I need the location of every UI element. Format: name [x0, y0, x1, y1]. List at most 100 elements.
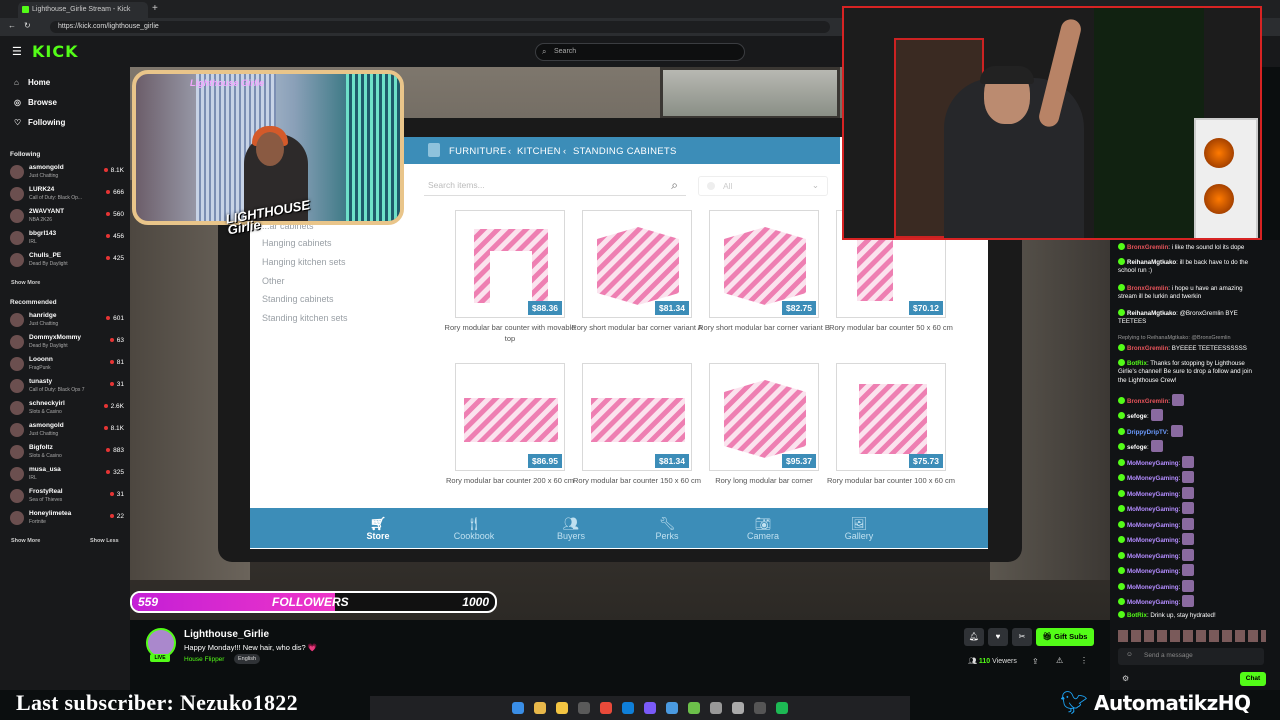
nav-home[interactable]: ⌂ Home: [14, 78, 50, 87]
chat-username[interactable]: BotRix: [1127, 360, 1147, 367]
back-icon[interactable]: ←: [8, 21, 16, 30]
share-icon[interactable]: ⇪: [1032, 657, 1039, 666]
crumb-standing-cabinets[interactable]: STANDING CABINETS: [573, 146, 677, 157]
channel-item[interactable]: bbgrl143 IRL 456: [10, 229, 124, 249]
channel-item[interactable]: Looonn FragPunk 81: [10, 355, 124, 375]
streamer-name[interactable]: Lighthouse_Girlie: [184, 629, 269, 640]
chat-username[interactable]: MoMoneyGaming: [1127, 568, 1179, 575]
refresh-icon[interactable]: ↻: [24, 21, 31, 30]
channel-item[interactable]: Honeylimetea Fortnite 22: [10, 509, 124, 529]
channel-item[interactable]: schneckyirl Slots & Casino 2.6K: [10, 399, 124, 419]
store-item-card[interactable]: $82.75: [709, 210, 819, 318]
store-item-card[interactable]: $75.73: [836, 363, 946, 471]
menu-icon[interactable]: ☰: [12, 45, 22, 58]
chat-username[interactable]: MoMoneyGaming: [1127, 522, 1179, 529]
channel-item[interactable]: LURK24 Call of Duty: Black Op... 666: [10, 185, 124, 205]
category-other[interactable]: Other: [262, 276, 285, 286]
taskbar-app-icon[interactable]: [622, 702, 634, 714]
chat-username[interactable]: MoMoneyGaming: [1127, 553, 1179, 560]
report-icon[interactable]: ⚠: [1056, 656, 1063, 665]
nav-browse[interactable]: ◎ Browse: [14, 98, 57, 107]
category-hanging-kitchen-sets[interactable]: Hanging kitchen sets: [262, 257, 346, 267]
game-tab-buyers[interactable]: 👥︎ Buyers: [531, 516, 611, 541]
chat-username[interactable]: MoMoneyGaming: [1127, 584, 1179, 591]
chat-username[interactable]: BronxGremlin: [1127, 244, 1168, 251]
clip-icon[interactable]: ✂: [1012, 628, 1032, 646]
game-search-input[interactable]: Search items... ⌕: [424, 176, 686, 196]
crumb-furniture[interactable]: FURNITURE: [449, 146, 507, 157]
search-input[interactable]: ⌕ Search: [535, 43, 745, 61]
taskbar-app-icon[interactable]: [534, 702, 546, 714]
taskbar-app-icon[interactable]: [688, 702, 700, 714]
chat-username[interactable]: MoMoneyGaming: [1127, 475, 1179, 482]
channel-item[interactable]: asmongold Just Chatting 8.1K: [10, 163, 124, 183]
game-tab-camera[interactable]: 📷︎ Camera: [723, 516, 803, 541]
chat-username[interactable]: MoMoneyGaming: [1127, 491, 1179, 498]
nav-following[interactable]: ♡ Following: [14, 118, 65, 127]
show-more-following[interactable]: Show More: [11, 280, 40, 286]
channel-item[interactable]: DommyxMommy Dead By Daylight 63: [10, 333, 124, 353]
taskbar-app-icon[interactable]: [512, 702, 524, 714]
taskbar-app-icon[interactable]: [644, 702, 656, 714]
game-filter-select[interactable]: All ⌄: [698, 176, 828, 196]
chat-username[interactable]: MoMoneyGaming: [1127, 599, 1179, 606]
chat-username[interactable]: MoMoneyGaming: [1127, 460, 1179, 467]
chat-settings-icon[interactable]: ⚙: [1122, 674, 1129, 683]
store-item-card[interactable]: $88.36: [455, 210, 565, 318]
new-tab-icon[interactable]: +: [152, 3, 158, 14]
channel-item[interactable]: Bigfoltz Slots & Casino 883: [10, 443, 124, 463]
browser-tab[interactable]: Lighthouse_Girlie Stream - Kick: [18, 2, 148, 18]
chat-username[interactable]: BotRix: [1127, 612, 1147, 619]
chat-username[interactable]: BronxGremlin: [1127, 398, 1168, 405]
game-tab-store[interactable]: 🛒︎ Store: [338, 516, 418, 541]
game-tab-gallery[interactable]: 🖼︎ Gallery: [819, 516, 899, 541]
stream-category[interactable]: House Flipper: [184, 656, 224, 663]
more-options-icon[interactable]: ⋮: [1080, 656, 1088, 665]
follow-heart-icon[interactable]: ♥: [988, 628, 1008, 646]
store-item-card[interactable]: $81.34: [582, 210, 692, 318]
channel-item[interactable]: musa_usa IRL 325: [10, 465, 124, 485]
emote-picker-icon[interactable]: ☺: [1126, 651, 1133, 658]
chat-username[interactable]: BronxGremlin: [1127, 285, 1168, 292]
category-hanging-cabinets[interactable]: Hanging cabinets: [262, 238, 332, 248]
show-less-recommended[interactable]: Show Less: [90, 538, 119, 544]
chat-username[interactable]: sefoge: [1127, 413, 1147, 420]
language-tag[interactable]: English: [234, 654, 261, 664]
game-tab-perks[interactable]: 🔧︎ Perks: [627, 516, 707, 541]
taskbar-app-icon[interactable]: [600, 702, 612, 714]
store-item-card[interactable]: $95.37: [709, 363, 819, 471]
taskbar-app-icon[interactable]: [754, 702, 766, 714]
channel-item[interactable]: hanridge Just Chatting 601: [10, 311, 124, 331]
kick-logo[interactable]: KICK: [32, 42, 79, 61]
chat-send-button[interactable]: Chat: [1240, 672, 1266, 686]
channel-item[interactable]: tunasty Call of Duty: Black Ops 7 31: [10, 377, 124, 397]
taskbar-app-icon[interactable]: [776, 702, 788, 714]
chat-username[interactable]: DrippyDripTV: [1127, 429, 1167, 436]
taskbar-app-icon[interactable]: [578, 702, 590, 714]
notification-bell-icon[interactable]: 🔔︎: [964, 628, 984, 646]
category-standing-cabinets[interactable]: Standing cabinets: [262, 294, 334, 304]
chat-username[interactable]: BronxGremlin: [1127, 345, 1168, 352]
store-item-card[interactable]: $81.34: [582, 363, 692, 471]
chat-username[interactable]: ReihanaMgtkako: [1127, 259, 1176, 266]
chat-username[interactable]: MoMoneyGaming: [1127, 537, 1179, 544]
chat-input[interactable]: ☺ Send a message: [1118, 648, 1264, 665]
url-field[interactable]: https://kick.com/lighthouse_girlie: [50, 21, 830, 33]
channel-item[interactable]: asmongold Just Chatting 8.1K: [10, 421, 124, 441]
channel-item[interactable]: 2WAVYANT NBA 2K26 560: [10, 207, 124, 227]
taskbar-app-icon[interactable]: [732, 702, 744, 714]
crumb-kitchen[interactable]: KITCHEN: [517, 146, 561, 157]
game-tab-cookbook[interactable]: 🍴︎ Cookbook: [434, 516, 514, 541]
show-more-recommended[interactable]: Show More: [11, 538, 40, 544]
chat-username[interactable]: MoMoneyGaming: [1127, 506, 1179, 513]
category-standing-kitchen-sets[interactable]: Standing kitchen sets: [262, 313, 348, 323]
channel-item[interactable]: Chulls_PE Dead By Daylight 425: [10, 251, 124, 271]
chat-username[interactable]: ReihanaMgtkako: [1127, 310, 1176, 317]
taskbar-app-icon[interactable]: [556, 702, 568, 714]
gift-subs-button[interactable]: 🎁︎ Gift Subs: [1036, 628, 1094, 646]
store-item-card[interactable]: $86.95: [455, 363, 565, 471]
channel-item[interactable]: FrostyReal Sea of Thieves 31: [10, 487, 124, 507]
taskbar-app-icon[interactable]: [666, 702, 678, 714]
chat-username[interactable]: sefoge: [1127, 444, 1147, 451]
taskbar-app-icon[interactable]: [710, 702, 722, 714]
